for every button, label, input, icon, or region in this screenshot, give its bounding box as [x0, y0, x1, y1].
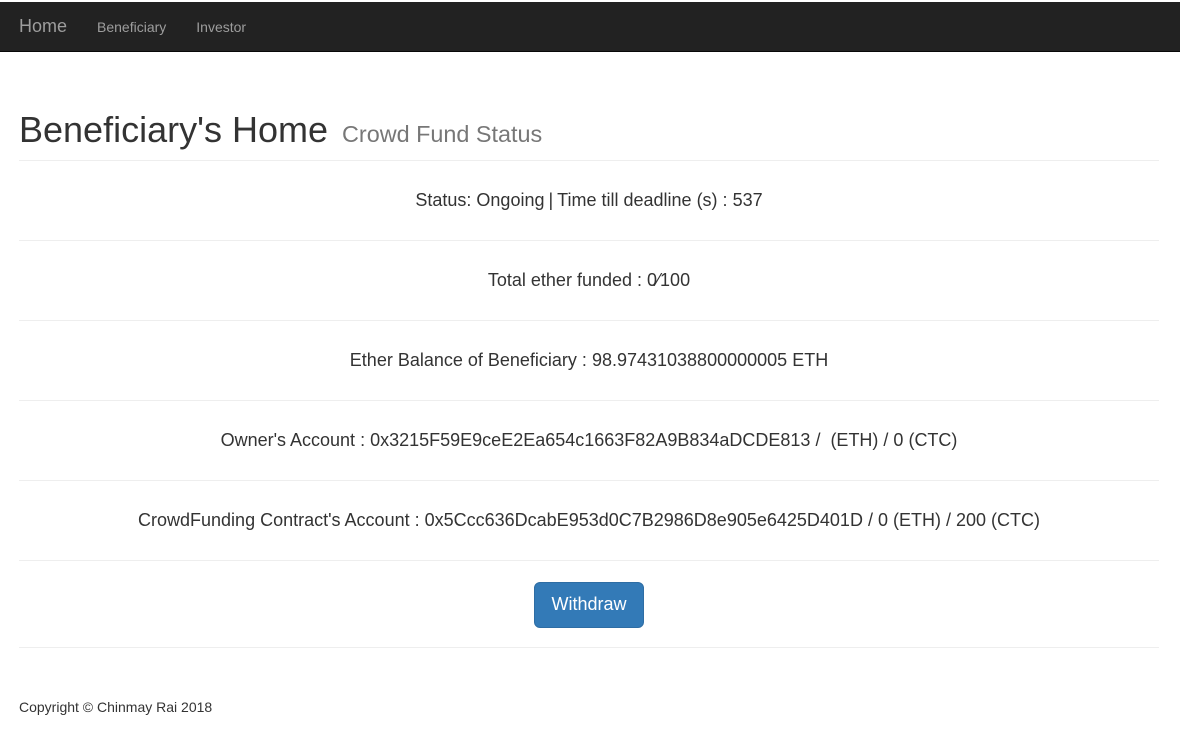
funding-row: Total ether funded : 0 ⁄ 100 — [19, 241, 1159, 321]
contract-account-row: CrowdFunding Contract's Account : 0x5Ccc… — [19, 481, 1159, 561]
contract-label: CrowdFunding Contract's Account : — [138, 510, 420, 530]
funding-goal: 100 — [660, 270, 691, 290]
owner-balances: / (ETH) / 0 (CTC) — [815, 430, 958, 450]
nav-brand-home[interactable]: Home — [19, 16, 67, 37]
page-subtitle: Crowd Fund Status — [342, 121, 543, 147]
status-row: Status: Ongoing | Time till deadline (s)… — [19, 161, 1159, 241]
status-label: Status: — [415, 190, 472, 210]
contract-balances: / 0 (ETH) / 200 (CTC) — [867, 510, 1040, 530]
footer-copyright: Copyright © Chinmay Rai 2018 — [19, 699, 213, 715]
nav-link-beneficiary[interactable]: Beneficiary — [97, 19, 166, 35]
owner-account-row: Owner's Account : 0x3215F59E9ceE2Ea654c1… — [19, 401, 1159, 481]
page-title: Beneficiary's Home Crowd Fund Status — [19, 110, 542, 154]
main-container: Beneficiary's Home Crowd Fund Status Sta… — [19, 53, 1159, 648]
balance-label: Ether Balance of Beneficiary : — [349, 350, 587, 370]
nav-link-investor[interactable]: Investor — [196, 19, 246, 35]
balance-row: Ether Balance of Beneficiary : 98.974310… — [19, 321, 1159, 401]
balance-value: 98.97431038800000005 — [591, 350, 788, 370]
owner-label: Owner's Account : — [220, 430, 366, 450]
contract-address: 0x5Ccc636DcabE953d0C7B2986D8e905e6425D40… — [424, 510, 863, 530]
deadline-value: 537 — [732, 190, 763, 210]
funding-label: Total ether funded : — [487, 270, 642, 290]
page-header: Beneficiary's Home Crowd Fund Status — [19, 110, 1159, 161]
owner-address: 0x3215F59E9ceE2Ea654c1663F82A9B834aDCDE8… — [370, 430, 811, 450]
top-navbar: Home Beneficiary Investor — [0, 2, 1180, 52]
page-title-text: Beneficiary's Home — [19, 109, 328, 150]
funding-funded: 0 — [647, 270, 658, 290]
balance-unit: ETH — [792, 350, 829, 370]
withdraw-button[interactable]: Withdraw — [534, 581, 644, 628]
withdraw-row: Withdraw — [19, 561, 1159, 648]
status-value: Ongoing — [476, 190, 545, 210]
status-separator: | — [548, 190, 554, 210]
deadline-label: Time till deadline (s) : — [557, 190, 728, 210]
